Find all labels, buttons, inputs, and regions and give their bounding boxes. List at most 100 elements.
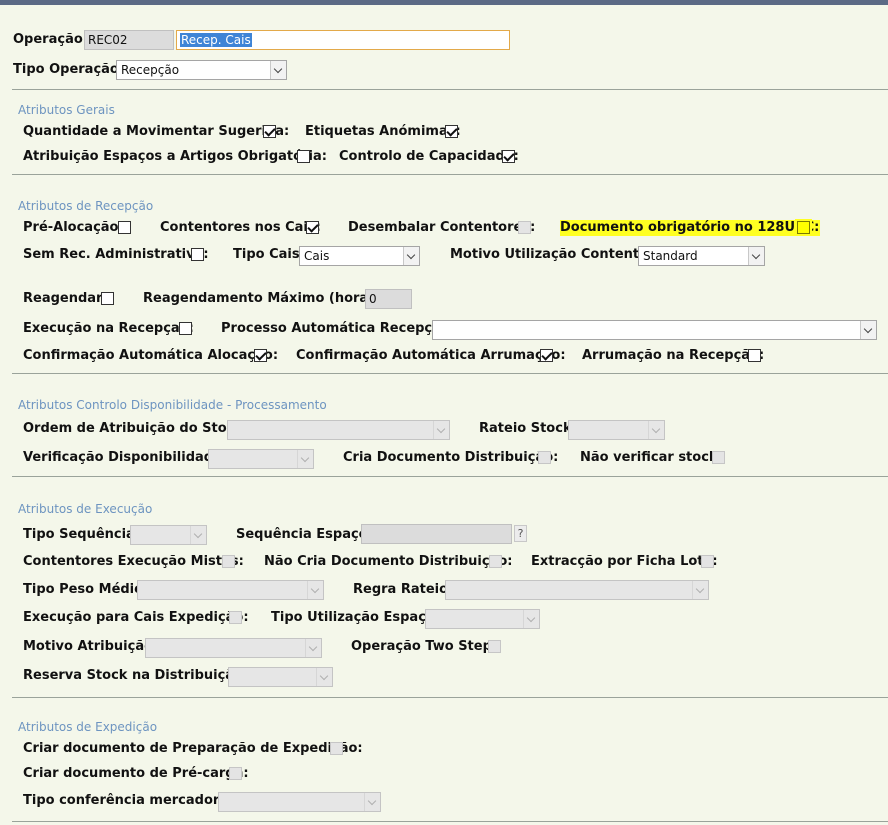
tipo-cais-select[interactable]: Cais [299, 246, 420, 266]
tipo-operacao-value: Recepção [121, 63, 180, 77]
tipo-operacao-label: Tipo Operação: [13, 62, 125, 77]
desembalar-checkbox[interactable] [518, 221, 531, 234]
chevron-down-icon [297, 450, 313, 468]
chevron-down-icon [190, 526, 206, 544]
divider [12, 821, 888, 822]
divider [12, 89, 888, 90]
tipo-utilizacao-label: Tipo Utilização Espaço: [271, 610, 441, 625]
cria-documento-checkbox[interactable] [538, 451, 551, 464]
chevron-down-icon [307, 581, 323, 599]
regra-rateio-select[interactable] [445, 580, 709, 600]
tipo-operacao-select[interactable]: Recepção [116, 60, 287, 80]
arrumacao-recepcao-label: Arrumação na Recepção: [582, 348, 765, 363]
divider [12, 373, 888, 374]
two-step-label: Operação Two Step: [351, 639, 498, 654]
section-title-execucao: Atributos de Execução [18, 502, 153, 516]
chevron-down-icon [648, 421, 664, 439]
pre-alocacao-checkbox[interactable] [118, 221, 131, 234]
tipo-conferencia-select[interactable] [218, 792, 381, 812]
chevron-down-icon [433, 421, 449, 439]
regra-rateio-label: Regra Rateio: [353, 582, 454, 597]
tipo-conferencia-label: Tipo conferência mercadoria: [23, 793, 238, 808]
documento-128ucc-checkbox[interactable] [797, 221, 810, 234]
operacao-description-text: Recep. Cais [180, 33, 252, 47]
tipo-sequencia-label: Tipo Sequência: [23, 527, 141, 542]
operacao-description-field[interactable]: Recep. Cais [176, 30, 510, 50]
etiquetas-checkbox[interactable] [445, 125, 458, 138]
criar-pre-carga-checkbox[interactable] [229, 767, 242, 780]
contentores-mistos-checkbox[interactable] [222, 555, 235, 568]
reagendamento-field[interactable]: 0 [365, 289, 412, 309]
tipo-cais-label: Tipo Cais: [233, 247, 305, 262]
ordem-atribuicao-select[interactable] [227, 420, 450, 440]
qtd-movimentar-checkbox[interactable] [263, 125, 276, 138]
sequencia-espaco-field[interactable] [361, 524, 512, 544]
sem-rec-checkbox[interactable] [191, 248, 204, 261]
reserva-stock-select[interactable] [228, 667, 333, 687]
divider [12, 174, 888, 175]
section-title-recepcao: Atributos de Recepção [18, 199, 154, 213]
window-top-bar [0, 0, 888, 5]
tipo-sequencia-select[interactable] [130, 525, 207, 545]
nao-verificar-label: Não verificar stock: [580, 450, 723, 465]
reagendar-label: Reagendar: [23, 291, 108, 306]
pre-alocacao-label: Pré-Alocação: [23, 220, 124, 235]
qtd-movimentar-label: Quantidade a Movimentar Sugerida: [23, 124, 290, 139]
verificacao-label: Verificação Disponibilidade: [23, 450, 228, 465]
sem-rec-label: Sem Rec. Administrativa: [23, 247, 209, 262]
etiquetas-label: Etiquetas Anómimas: [305, 124, 461, 139]
operacao-code-field: REC02 [84, 30, 174, 50]
nao-verificar-checkbox[interactable] [712, 451, 725, 464]
exec-cais-expedicao-label: Execução para Cais Expedição: [23, 610, 249, 625]
divider [12, 697, 888, 698]
rateio-stock-label: Rateio Stock: [479, 421, 577, 436]
verificacao-select[interactable] [208, 449, 314, 469]
tipo-peso-select[interactable] [137, 580, 324, 600]
exec-cais-expedicao-checkbox[interactable] [229, 611, 242, 624]
tipo-cais-value: Cais [304, 249, 330, 263]
criar-preparacao-label: Criar documento de Preparação de Expediç… [23, 741, 363, 756]
chevron-down-icon [692, 581, 708, 599]
arrumacao-recepcao-checkbox[interactable] [748, 349, 761, 362]
two-step-checkbox[interactable] [488, 640, 501, 653]
reserva-stock-label: Reserva Stock na Distribuição: [23, 668, 249, 683]
extraccao-checkbox[interactable] [701, 555, 714, 568]
divider [12, 476, 888, 477]
motivo-atribuicao-label: Motivo Atribuição: [23, 639, 159, 654]
execucao-recepcao-checkbox[interactable] [179, 322, 192, 335]
contentores-cais-checkbox[interactable] [306, 221, 319, 234]
execucao-recepcao-label: Execução na Recepçao: [23, 321, 194, 336]
chevron-down-icon [270, 61, 286, 79]
extraccao-label: Extracção por Ficha Lote: [531, 554, 718, 569]
conf-arrumacao-checkbox[interactable] [540, 349, 553, 362]
reagendar-checkbox[interactable] [101, 292, 114, 305]
contentores-cais-label: Contentores nos Cais: [160, 220, 321, 235]
nao-cria-documento-checkbox[interactable] [489, 555, 502, 568]
criar-preparacao-checkbox[interactable] [330, 742, 343, 755]
help-button[interactable]: ? [514, 525, 527, 542]
section-title-gerais: Atributos Gerais [18, 103, 115, 117]
chevron-down-icon [523, 610, 539, 628]
conf-arrumacao-label: Confirmação Automática Arrumação: [296, 348, 566, 363]
motivo-atribuicao-select[interactable] [145, 638, 322, 658]
rateio-stock-select[interactable] [568, 420, 665, 440]
chevron-down-icon [403, 247, 419, 265]
atribuicao-label: Atribuição Espaços a Artigos Obrigatória… [23, 149, 327, 164]
documento-128ucc-label: Documento obrigatório no 128UCC: [560, 220, 821, 236]
atribuicao-checkbox[interactable] [297, 150, 310, 163]
section-title-disponibilidade: Atributos Controlo Disponibilidade - Pro… [18, 398, 327, 412]
criar-pre-carga-label: Criar documento de Pré-carga: [23, 766, 249, 781]
contentores-mistos-label: Contentores Execução Mistos: [23, 554, 244, 569]
motivo-utilizacao-select[interactable]: Standard [638, 246, 765, 266]
chevron-down-icon [364, 793, 380, 811]
chevron-down-icon [748, 247, 764, 265]
motivo-utilizacao-value: Standard [643, 249, 698, 263]
processo-automatica-select[interactable] [432, 320, 877, 340]
tipo-utilizacao-select[interactable] [425, 609, 540, 629]
controlo-capacidade-checkbox[interactable] [502, 150, 515, 163]
conf-alocacao-checkbox[interactable] [254, 349, 267, 362]
section-title-expedicao: Atributos de Expedição [18, 720, 158, 734]
nao-cria-documento-label: Não Cria Documento Distribuição: [264, 554, 513, 569]
cria-documento-label: Cria Documento Distribuição: [343, 450, 559, 465]
tipo-peso-label: Tipo Peso Médio: [23, 582, 149, 597]
